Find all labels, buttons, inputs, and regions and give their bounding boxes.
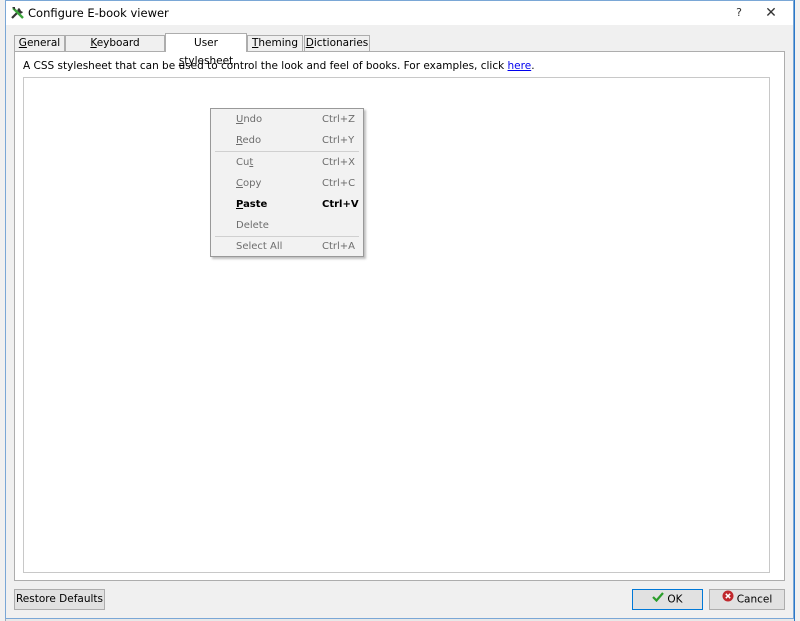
- tab-dictionaries[interactable]: Dictionaries: [304, 35, 370, 51]
- context-menu: Undo Ctrl+Z Redo Ctrl+Y Cut Ctrl+X Copy …: [210, 108, 364, 257]
- close-button[interactable]: ✕: [757, 1, 785, 25]
- menu-separator: [215, 151, 359, 152]
- cancel-icon: [722, 590, 734, 609]
- restore-defaults-button[interactable]: Restore Defaults: [14, 589, 105, 610]
- tab-user-stylesheet[interactable]: User stylesheet: [165, 33, 247, 67]
- menu-item-cut[interactable]: Cut Ctrl+X: [211, 153, 363, 173]
- menu-item-undo[interactable]: Undo Ctrl+Z: [211, 110, 363, 130]
- stylesheet-editor[interactable]: [23, 77, 770, 573]
- menu-item-copy[interactable]: Copy Ctrl+C: [211, 174, 363, 194]
- menu-item-select-all[interactable]: Select All Ctrl+A: [211, 237, 363, 257]
- checkmark-icon: [652, 590, 665, 609]
- tab-keyboard-shortcuts[interactable]: Keyboard shortcuts: [65, 35, 165, 64]
- menu-item-paste[interactable]: Paste Ctrl+V: [211, 195, 363, 215]
- examples-link[interactable]: here: [508, 60, 532, 72]
- user-stylesheet-panel: A CSS stylesheet that can be used to con…: [14, 51, 785, 581]
- description-text: A CSS stylesheet that can be used to con…: [23, 60, 535, 72]
- background-window-right: [794, 0, 800, 621]
- ok-button[interactable]: OK: [632, 589, 703, 610]
- tab-theming[interactable]: Theming: [247, 35, 303, 51]
- title-bar: Configure E-book viewer ? ✕: [6, 1, 793, 25]
- menu-item-redo[interactable]: Redo Ctrl+Y: [211, 131, 363, 151]
- menu-item-delete[interactable]: Delete: [211, 216, 363, 236]
- help-button[interactable]: ?: [729, 1, 749, 25]
- cancel-button[interactable]: Cancel: [709, 589, 785, 610]
- tab-general[interactable]: General: [14, 35, 65, 51]
- window-title: Configure E-book viewer: [28, 6, 169, 20]
- configure-dialog: Configure E-book viewer ? ✕ General Keyb…: [5, 0, 794, 619]
- tools-icon: [10, 5, 26, 21]
